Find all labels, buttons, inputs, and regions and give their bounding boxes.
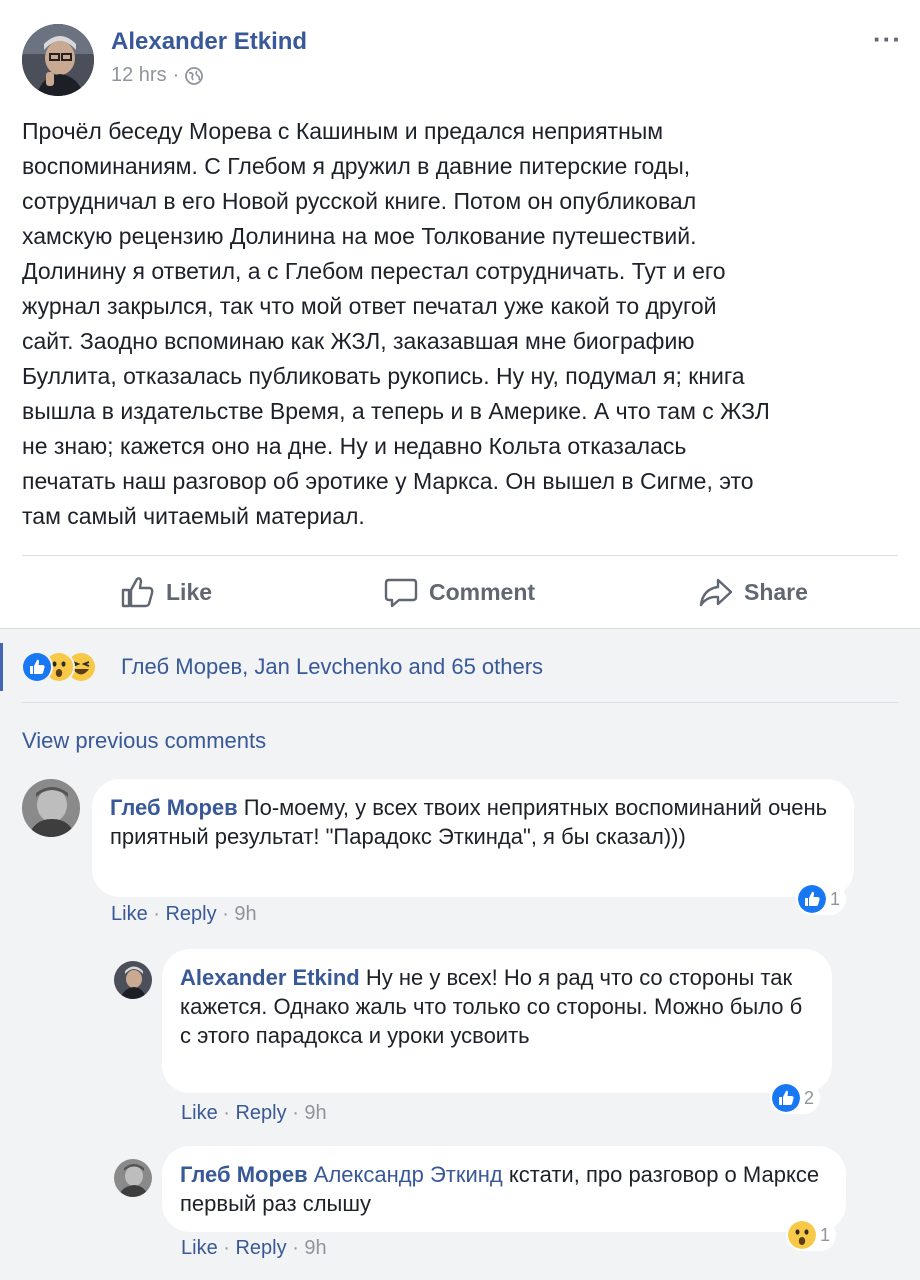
- comment-bubble: Глеб Морев По-моему, у всех твоих неприя…: [92, 779, 854, 897]
- like-button[interactable]: Like: [120, 574, 212, 610]
- separator: ·: [292, 1237, 305, 1259]
- share-arrow-icon: [699, 578, 733, 607]
- post-time[interactable]: 12 hrs: [111, 64, 167, 87]
- author-name[interactable]: Alexander Etkind: [111, 28, 307, 56]
- like-icon: [21, 651, 53, 683]
- reactions-summary-text[interactable]: Глеб Морев, Jan Levchenko and 65 others: [121, 654, 543, 680]
- comment-mention[interactable]: Александр Эткинд: [314, 1162, 503, 1187]
- meta-separator: ·: [172, 64, 180, 86]
- share-label: Share: [744, 578, 808, 605]
- reaction-count: 2: [804, 1087, 815, 1108]
- reaction-count: 1: [820, 1224, 831, 1245]
- divider: [22, 702, 898, 703]
- comment-icon: [384, 578, 418, 608]
- post-header: Alexander Etkind 12 hrs · ···: [0, 0, 920, 110]
- comment-actions: Like · Reply · 9h: [111, 903, 257, 926]
- comment-actions: Like · Reply · 9h: [181, 1237, 327, 1260]
- comment-like-link[interactable]: Like: [111, 903, 148, 925]
- separator: ·: [222, 903, 235, 925]
- share-button[interactable]: Share: [698, 574, 808, 610]
- comment-reaction-badge[interactable]: 1: [796, 883, 847, 915]
- separator: ·: [223, 1237, 236, 1259]
- like-icon: [798, 885, 826, 913]
- separator: ·: [223, 1102, 236, 1124]
- comment-like-link[interactable]: Like: [181, 1237, 218, 1259]
- post-body-text: Прочёл беседу Морева с Кашиным и предалс…: [22, 118, 770, 529]
- more-options-button[interactable]: ···: [873, 24, 902, 55]
- comment-time[interactable]: 9h: [234, 903, 256, 925]
- post-action-bar: Like Comment Share: [0, 556, 920, 628]
- comments-section: Глеб Морев, Jan Levchenko and 65 others …: [0, 628, 920, 1280]
- commenter-avatar[interactable]: [114, 961, 152, 999]
- post-meta: 12 hrs ·: [111, 64, 204, 87]
- commenter-avatar[interactable]: [114, 1159, 152, 1197]
- comment-bubble: Alexander Etkind Ну не у всех! Но я рад …: [162, 949, 832, 1093]
- comment-author[interactable]: Глеб Морев: [180, 1162, 308, 1187]
- commenter-avatar[interactable]: [22, 779, 80, 837]
- wow-icon: [788, 1221, 816, 1249]
- comment-actions: Like · Reply · 9h: [181, 1102, 327, 1125]
- separator: ·: [292, 1102, 305, 1124]
- comment-time[interactable]: 9h: [304, 1237, 326, 1259]
- reactions-summary[interactable]: Глеб Морев, Jan Levchenko and 65 others: [0, 643, 920, 691]
- comment-reply-link[interactable]: Reply: [165, 903, 216, 925]
- comment-time[interactable]: 9h: [304, 1102, 326, 1124]
- view-previous-comments-link[interactable]: View previous comments: [22, 728, 266, 754]
- reaction-icons: [21, 651, 121, 683]
- comment-author[interactable]: Alexander Etkind: [180, 965, 360, 990]
- comment-label: Comment: [429, 578, 536, 605]
- like-icon: [772, 1084, 800, 1112]
- thumbs-up-icon: [121, 577, 154, 608]
- like-label: Like: [166, 578, 213, 605]
- comment-author[interactable]: Глеб Морев: [110, 795, 238, 820]
- comment-like-link[interactable]: Like: [181, 1102, 218, 1124]
- comment-button[interactable]: Comment: [383, 574, 535, 610]
- comment-reaction-badge[interactable]: 1: [786, 1219, 837, 1251]
- reaction-count: 1: [830, 888, 841, 909]
- globe-icon: [185, 66, 204, 85]
- comment-reaction-badge[interactable]: 2: [770, 1082, 821, 1114]
- author-avatar[interactable]: [22, 24, 94, 96]
- comment-reply-link[interactable]: Reply: [235, 1237, 286, 1259]
- comment-bubble: Глеб Морев Александр Эткинд кстати, про …: [162, 1146, 846, 1232]
- comment-reply-link[interactable]: Reply: [235, 1102, 286, 1124]
- separator: ·: [153, 903, 166, 925]
